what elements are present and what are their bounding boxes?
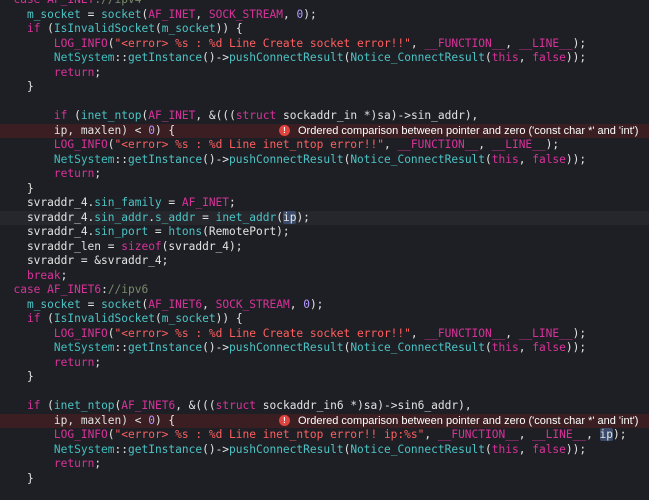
code-line[interactable]: LOG_INFO("<error> %s : %d Line Create so… (0, 37, 649, 52)
code-line[interactable]: case AF_INET6://ipv6 (0, 283, 649, 298)
code-editor[interactable]: case AF_INET://ipv4 m_socket = socket(AF… (0, 0, 649, 500)
code-line[interactable]: NetSystem::getInstance()->pushConnectRes… (0, 341, 649, 356)
code-line[interactable]: return; (0, 457, 649, 472)
code-line[interactable] (0, 385, 649, 400)
code-line[interactable]: if (inet_ntop(AF_INET, &(((struct sockad… (0, 109, 649, 124)
code-line[interactable]: return; (0, 356, 649, 371)
diagnostic-message: Ordered comparison between pointer and z… (298, 414, 639, 427)
code-line-current[interactable]: svraddr_4.sin_addr.s_addr = inet_addr(ip… (0, 210, 649, 225)
code-line[interactable]: LOG_INFO("<error> %s : %d Line inet_ntop… (0, 138, 649, 153)
code-line[interactable]: LOG_INFO("<error> %s : %d Line Create so… (0, 327, 649, 342)
code-line[interactable]: svraddr_4.sin_family = AF_INET; (0, 196, 649, 211)
error-icon: ! (279, 415, 290, 427)
error-icon: ! (279, 125, 290, 137)
code-line[interactable]: m_socket = socket(AF_INET6, SOCK_STREAM,… (0, 298, 649, 313)
code-line[interactable]: LOG_INFO("<error> %s : %d Line inet_ntop… (0, 428, 649, 443)
code-line[interactable]: } (0, 182, 649, 197)
diagnostic-message: Ordered comparison between pointer and z… (298, 124, 639, 137)
code-line[interactable]: } (0, 80, 649, 95)
code-line[interactable]: break; (0, 269, 649, 284)
diagnostic-error-2[interactable]: ! Ordered comparison between pointer and… (279, 414, 638, 429)
code-line[interactable]: } (0, 370, 649, 385)
diagnostic-error-1[interactable]: ! Ordered comparison between pointer and… (279, 124, 638, 139)
code-line[interactable]: if (IsInvalidSocket(m_socket)) { (0, 22, 649, 37)
code-line[interactable]: NetSystem::getInstance()->pushConnectRes… (0, 51, 649, 66)
code-line[interactable]: m_socket = socket(AF_INET, SOCK_STREAM, … (0, 8, 649, 23)
code-line[interactable]: svraddr_len = sizeof(svraddr_4); (0, 240, 649, 255)
code-line[interactable]: NetSystem::getInstance()->pushConnectRes… (0, 153, 649, 168)
code-line[interactable]: return; (0, 66, 649, 81)
code-line[interactable]: if (IsInvalidSocket(m_socket)) { (0, 312, 649, 327)
code-line[interactable]: } (0, 472, 649, 487)
code-line[interactable] (0, 95, 649, 110)
code-line[interactable]: if (inet_ntop(AF_INET6, &(((struct socka… (0, 399, 649, 414)
code-line[interactable]: return; (0, 167, 649, 182)
code-line[interactable]: case AF_INET://ipv4 (0, 0, 649, 8)
code-line[interactable]: svraddr = &svraddr_4; (0, 254, 649, 269)
code-line[interactable]: NetSystem::getInstance()->pushConnectRes… (0, 443, 649, 458)
code-line[interactable]: svraddr_4.sin_port = htons(RemotePort); (0, 225, 649, 240)
